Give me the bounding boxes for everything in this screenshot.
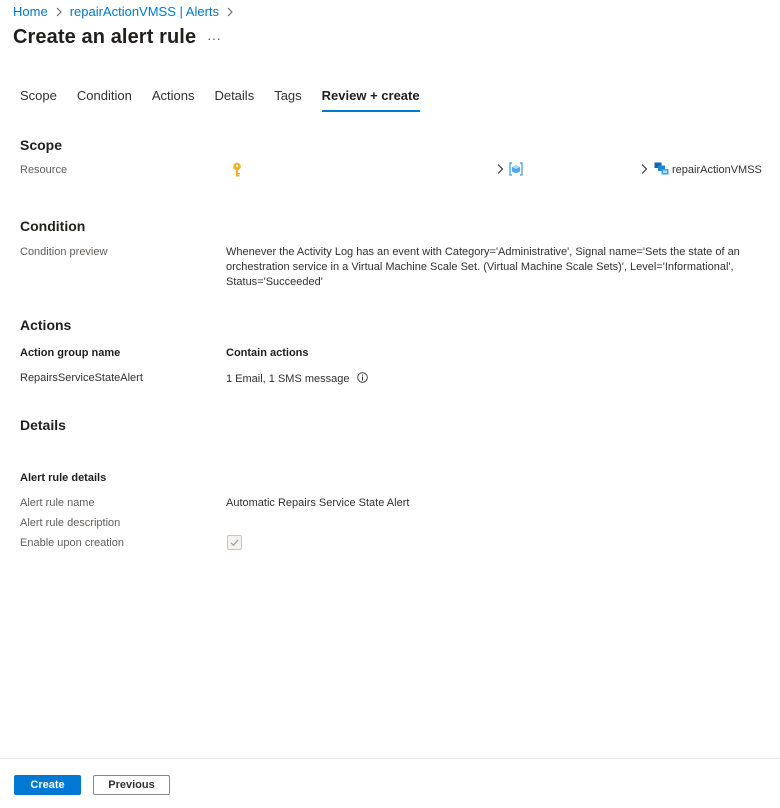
footer-divider — [0, 758, 780, 759]
scope-heading: Scope — [20, 137, 63, 153]
wizard-tabs: Scope Condition Actions Details Tags Rev… — [20, 88, 440, 112]
previous-button[interactable]: Previous — [93, 775, 170, 795]
enable-upon-creation-checkbox[interactable] — [227, 535, 242, 550]
condition-preview-line: Status='Succeeded' — [226, 276, 323, 288]
tab-actions[interactable]: Actions — [152, 88, 195, 110]
action-group-column-header: Action group name — [20, 347, 121, 359]
alert-rule-name-value: Automatic Repairs Service State Alert — [226, 497, 410, 509]
condition-preview-text: Whenever the Activity Log has an event w… — [226, 245, 746, 290]
chevron-right-icon — [495, 163, 505, 175]
checkmark-icon — [230, 539, 239, 547]
vmss-icon — [654, 162, 669, 176]
breadcrumb-alerts[interactable]: repairActionVMSS | Alerts — [70, 4, 219, 19]
chevron-right-icon — [222, 5, 238, 19]
alert-rule-description-label: Alert rule description — [20, 517, 121, 529]
condition-preview-line: Whenever the Activity Log has an event w… — [226, 246, 740, 258]
condition-preview-label: Condition preview — [20, 246, 108, 258]
tab-condition[interactable]: Condition — [77, 88, 132, 110]
tab-details[interactable]: Details — [214, 88, 254, 110]
breadcrumb-home[interactable]: Home — [13, 4, 48, 19]
chevron-right-icon — [639, 163, 649, 175]
more-options-button[interactable]: ··· — [205, 28, 223, 48]
page-title: Create an alert rule — [13, 26, 197, 48]
alert-rule-name-label: Alert rule name — [20, 497, 95, 509]
resource-label: Resource — [20, 164, 68, 176]
action-group-name: RepairsServiceStateAlert — [20, 372, 143, 384]
resource-name[interactable]: repairActionVMSS — [672, 164, 762, 176]
key-icon — [231, 162, 243, 178]
tab-scope[interactable]: Scope — [20, 88, 57, 110]
create-alert-rule-page: Home repairActionVMSS | Alerts Create an… — [0, 0, 780, 808]
condition-heading: Condition — [20, 218, 86, 234]
resource-group-icon — [509, 162, 523, 176]
create-button[interactable]: Create — [14, 775, 81, 795]
enable-upon-creation-label: Enable upon creation — [20, 537, 124, 549]
alert-rule-details-subheading: Alert rule details — [20, 472, 107, 484]
contain-actions-column-header: Contain actions — [226, 347, 309, 359]
contain-actions-text: 1 Email, 1 SMS message — [226, 373, 350, 385]
contain-actions-value: 1 Email, 1 SMS message — [226, 372, 368, 385]
info-icon[interactable] — [356, 372, 368, 383]
tab-review-create[interactable]: Review + create — [321, 88, 420, 112]
condition-preview-line: orchestration service in a Virtual Machi… — [226, 261, 734, 273]
breadcrumb: Home repairActionVMSS | Alerts — [13, 4, 241, 19]
actions-heading: Actions — [20, 317, 72, 333]
tab-tags[interactable]: Tags — [274, 88, 301, 110]
chevron-right-icon — [51, 5, 67, 19]
details-heading: Details — [20, 417, 66, 433]
